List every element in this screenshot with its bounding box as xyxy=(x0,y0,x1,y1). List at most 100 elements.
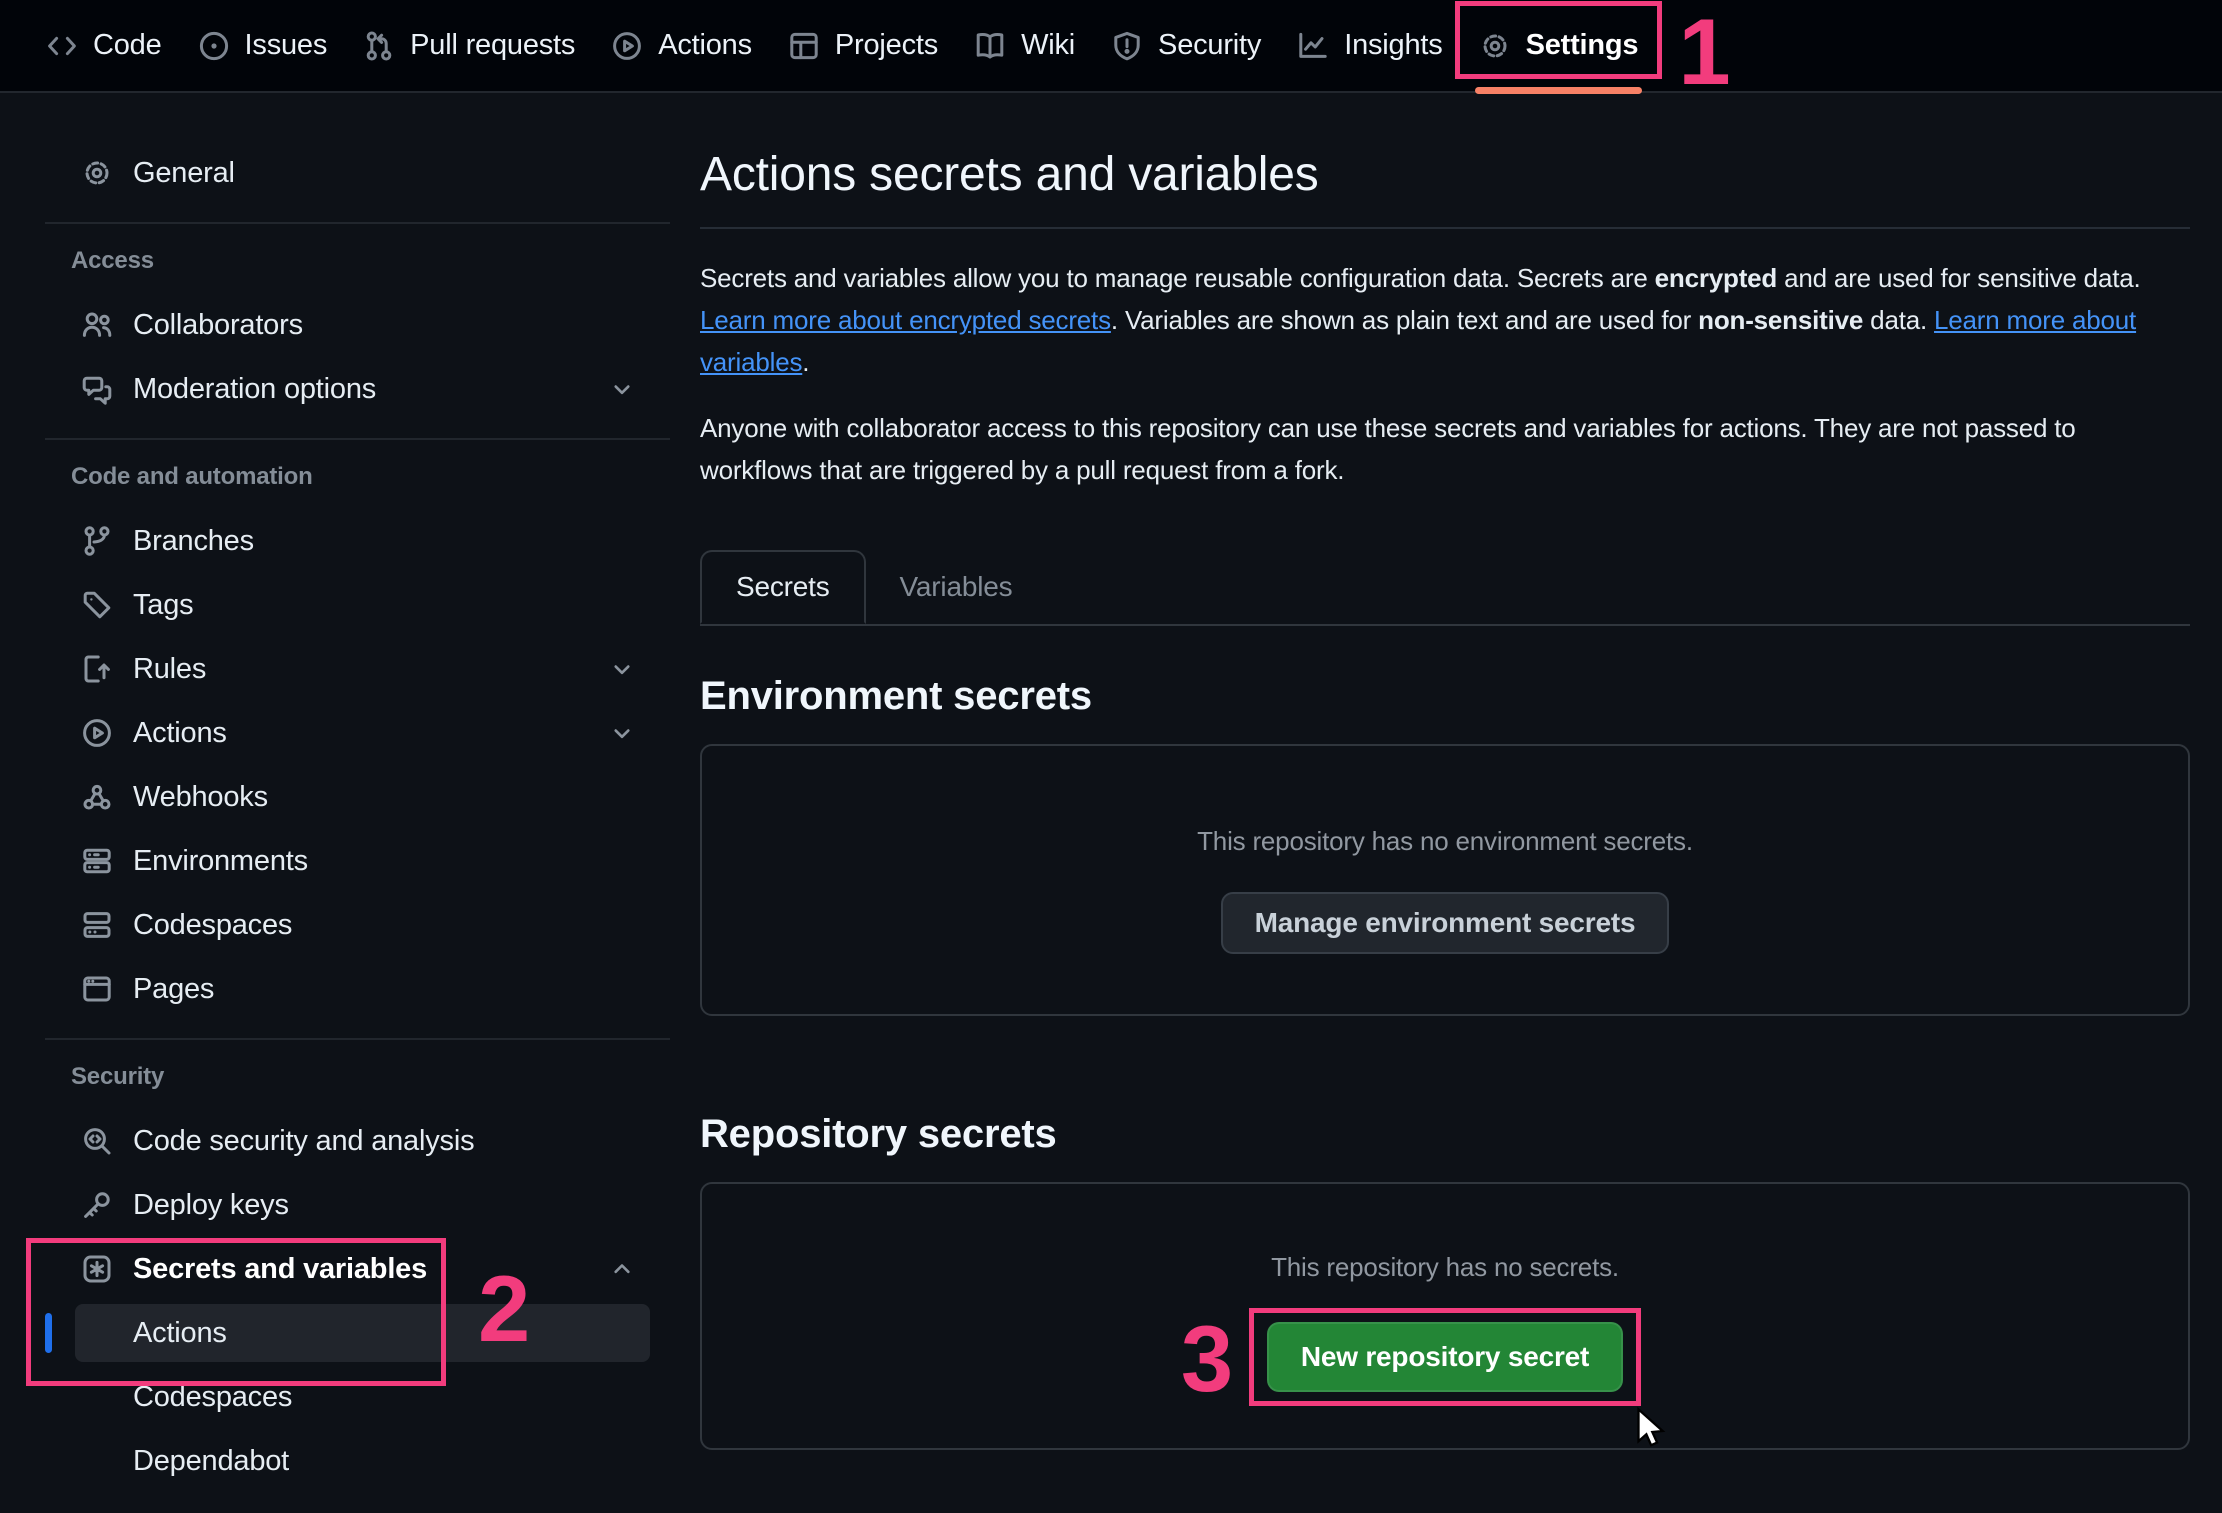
sidebar-item-label: Collaborators xyxy=(133,309,303,342)
nav-tab-code[interactable]: Code xyxy=(36,17,172,75)
nav-tab-label: Issues xyxy=(245,29,328,62)
sidebar-item-tags[interactable]: Tags xyxy=(75,576,650,634)
codescan-icon xyxy=(81,1125,113,1157)
sidebar-section-header: Access xyxy=(71,244,676,278)
shield-icon xyxy=(1111,30,1143,62)
tab-secrets[interactable]: Secrets xyxy=(700,550,866,624)
chevron-down-icon xyxy=(608,655,636,683)
sidebar-item-label: Moderation options xyxy=(133,373,376,406)
sidebar-item-codespaces[interactable]: Codespaces xyxy=(75,1368,650,1426)
nav-tab-label: Security xyxy=(1158,29,1261,62)
gear-icon xyxy=(81,157,113,189)
sidebar-item-label: Actions xyxy=(133,1317,227,1350)
repository-secrets-empty-text: This repository has no secrets. xyxy=(1271,1250,1619,1284)
description-text: and are used for sensitive data. xyxy=(1777,263,2140,293)
nav-tab-security[interactable]: Security xyxy=(1101,17,1271,75)
bold-text: non-sensitive xyxy=(1698,305,1863,335)
environment-secrets-empty-text: This repository has no environment secre… xyxy=(1197,824,1693,858)
git-branch-icon xyxy=(81,525,113,557)
description-paragraph-2: Anyone with collaborator access to this … xyxy=(700,407,2190,491)
nav-tab-label: Projects xyxy=(835,29,938,62)
description-text: Secrets and variables allow you to manag… xyxy=(700,263,1655,293)
webhook-icon xyxy=(81,781,113,813)
sidebar-item-webhooks[interactable]: Webhooks xyxy=(75,768,650,826)
repository-secrets-heading: Repository secrets xyxy=(700,1110,2190,1158)
settings-layout: General Access Collaborators Moderation opt… xyxy=(0,93,2222,1496)
sidebar-item-label: Branches xyxy=(133,525,254,558)
gear-icon xyxy=(1479,30,1511,62)
environment-secrets-box: This repository has no environment secre… xyxy=(700,744,2190,1016)
mouse-cursor xyxy=(1627,1404,1673,1450)
key-asterisk-icon xyxy=(81,1253,113,1285)
main-content: Actions secrets and variables Secrets an… xyxy=(700,93,2190,1450)
bold-text: encrypted xyxy=(1655,263,1777,293)
nav-tab-issues[interactable]: Issues xyxy=(188,17,338,75)
page-title: Actions secrets and variables xyxy=(700,147,2190,203)
sidebar-item-label: General xyxy=(133,157,235,190)
sidebar-item-branches[interactable]: Branches xyxy=(75,512,650,570)
sidebar-item-label: Actions xyxy=(133,717,227,750)
learn-more-link[interactable]: Learn more about encrypted secrets xyxy=(700,305,1111,335)
manage-environment-secrets-button[interactable]: Manage environment secrets xyxy=(1221,892,1670,954)
sidebar-item-dependabot[interactable]: Dependabot xyxy=(75,1432,650,1490)
sidebar-item-moderation-options[interactable]: Moderation options xyxy=(75,360,650,418)
title-divider xyxy=(700,227,2190,229)
sidebar-item-label: Code security and analysis xyxy=(133,1125,474,1158)
annotation-number-3: 3 xyxy=(1181,1312,1233,1406)
nav-tab-label: Actions xyxy=(658,29,752,62)
sidebar-item-pages[interactable]: Pages xyxy=(75,960,650,1018)
nav-tab-projects[interactable]: Projects xyxy=(778,17,948,75)
sidebar-item-label: Environments xyxy=(133,845,308,878)
comment-discussion-icon xyxy=(81,373,113,405)
sidebar-item-rules[interactable]: Rules xyxy=(75,640,650,698)
sidebar-item-actions[interactable]: Actions xyxy=(75,1304,650,1362)
nav-tab-insights[interactable]: Insights xyxy=(1287,17,1452,75)
settings-sidebar: General Access Collaborators Moderation opt… xyxy=(0,93,676,1496)
nav-tab-actions[interactable]: Actions xyxy=(601,17,762,75)
sidebar-section-header: Security xyxy=(71,1060,676,1094)
sidebar-item-secrets-and-variables[interactable]: Secrets and variables2 xyxy=(75,1240,650,1298)
book-icon xyxy=(974,30,1006,62)
browser-icon xyxy=(81,973,113,1005)
sidebar-item-code-security-and-analysis[interactable]: Code security and analysis xyxy=(75,1112,650,1170)
server-icon xyxy=(81,845,113,877)
chevron-down-icon xyxy=(608,375,636,403)
nav-tab-wiki[interactable]: Wiki xyxy=(964,17,1085,75)
nav-tab-settings[interactable]: Settings1 xyxy=(1469,17,1649,75)
chevron-up-icon xyxy=(608,1255,636,1283)
play-icon xyxy=(611,30,643,62)
sidebar-item-environments[interactable]: Environments xyxy=(75,832,650,890)
chevron-down-icon xyxy=(608,719,636,747)
environment-secrets-heading: Environment secrets xyxy=(700,672,2190,720)
description-text: . Variables are shown as plain text and … xyxy=(1111,305,1698,335)
tab-variables[interactable]: Variables xyxy=(866,550,1047,624)
play-icon xyxy=(81,717,113,749)
nav-tab-label: Pull requests xyxy=(410,29,575,62)
repository-secrets-box: This repository has no secrets. New repo… xyxy=(700,1182,2190,1450)
sidebar-item-label: Deploy keys xyxy=(133,1189,289,1222)
sidebar-item-label: Rules xyxy=(133,653,206,686)
table-icon xyxy=(788,30,820,62)
sidebar-item-general[interactable]: General xyxy=(75,144,650,202)
sidebar-item-actions[interactable]: Actions xyxy=(75,704,650,762)
sidebar-item-deploy-keys[interactable]: Deploy keys xyxy=(75,1176,650,1234)
rules-icon xyxy=(81,653,113,685)
description-paragraph: Secrets and variables allow you to manag… xyxy=(700,257,2190,383)
nav-tab-label: Settings xyxy=(1526,29,1639,62)
sidebar-item-codespaces[interactable]: Codespaces xyxy=(75,896,650,954)
annotation-number-1: 1 xyxy=(1678,5,1730,99)
secrets-variables-tabs: SecretsVariables xyxy=(700,550,2190,626)
code-icon xyxy=(46,30,78,62)
people-icon xyxy=(81,309,113,341)
sidebar-item-collaborators[interactable]: Collaborators xyxy=(75,296,650,354)
codespaces-icon xyxy=(81,909,113,941)
sidebar-divider xyxy=(45,1038,670,1040)
new-repository-secret-button[interactable]: New repository secret xyxy=(1267,1322,1623,1392)
description-text: data. xyxy=(1863,305,1934,335)
new-repository-secret-wrap: New repository secret 3 xyxy=(1267,1322,1623,1392)
sidebar-item-label: Codespaces xyxy=(133,1381,292,1414)
git-pull-request-icon xyxy=(363,30,395,62)
graph-icon xyxy=(1297,30,1329,62)
sidebar-item-label: Codespaces xyxy=(133,909,292,942)
nav-tab-pull-requests[interactable]: Pull requests xyxy=(353,17,585,75)
